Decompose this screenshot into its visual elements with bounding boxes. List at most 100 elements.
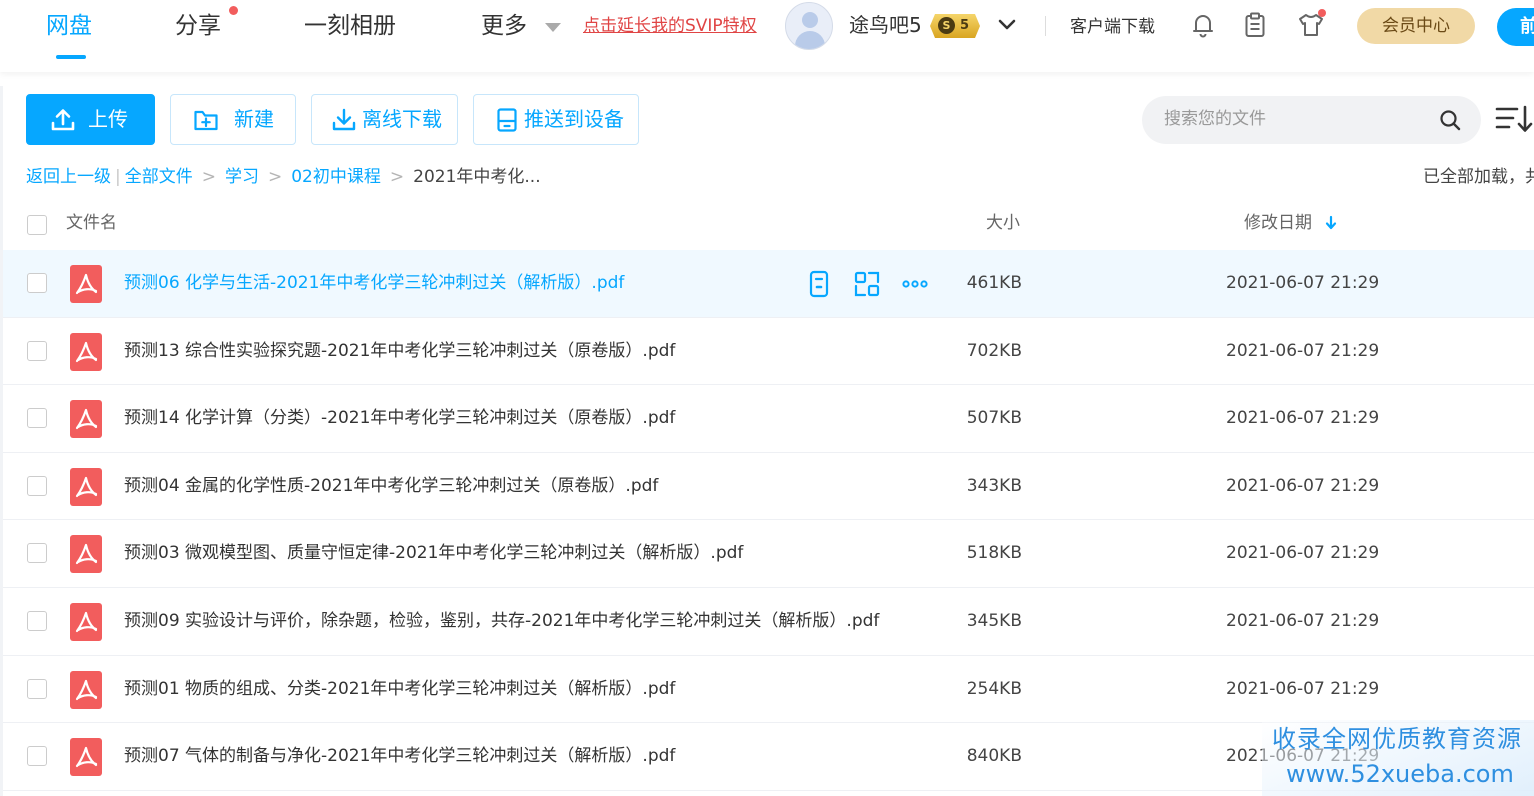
file-name[interactable]: 预测07 气体的制备与净化-2021年中考化学三轮冲刺过关（解析版）.pdf: [124, 743, 675, 769]
nav-tab-share[interactable]: 分享: [175, 10, 221, 42]
pdf-icon: [70, 332, 102, 371]
top-navigation: 网盘 分享 一刻相册 更多 点击延长我的SVIP特权 途鸟吧5 S 5 客户端下…: [0, 0, 1534, 72]
table-row[interactable]: 预测14 化学计算（分类）-2021年中考化学三轮冲刺过关（原卷版）.pdf 5…: [3, 385, 1534, 453]
open-app-button[interactable]: 前: [1497, 8, 1534, 46]
search-box[interactable]: 搜索您的文件: [1142, 96, 1481, 144]
download-icon: [332, 108, 356, 131]
svip-renew-link[interactable]: 点击延长我的SVIP特权: [583, 14, 757, 38]
pdf-icon: [70, 670, 102, 709]
upload-button[interactable]: 上传: [26, 94, 155, 145]
file-date: 2021-06-07 21:29: [1226, 408, 1380, 429]
table-row[interactable]: 预测06 化学与生活-2021年中考化学三轮冲刺过关（解析版）.pdf 461K…: [3, 250, 1534, 318]
more-dots-icon[interactable]: [901, 270, 929, 298]
search-icon[interactable]: [1438, 108, 1462, 132]
breadcrumb-separator: >: [389, 167, 405, 187]
row-checkbox[interactable]: [27, 746, 47, 767]
breadcrumb-current: 2021年中考化...: [413, 167, 541, 187]
netdisk-window: 网盘 分享 一刻相册 更多 点击延长我的SVIP特权 途鸟吧5 S 5 客户端下…: [0, 0, 1534, 796]
sort-icon[interactable]: [1495, 103, 1534, 135]
divider: [1045, 16, 1046, 36]
file-date: 2021-06-07 21:29: [1226, 610, 1380, 631]
file-name[interactable]: 预测04 金属的化学性质-2021年中考化学三轮冲刺过关（原卷版）.pdf: [124, 473, 658, 499]
file-name[interactable]: 预测03 微观模型图、质量守恒定律-2021年中考化学三轮冲刺过关（解析版）.p…: [124, 540, 743, 566]
file-size: 254KB: [966, 678, 1022, 699]
column-header-size[interactable]: 大小: [986, 210, 1020, 236]
file-date: 2021-06-07 21:29: [1226, 273, 1380, 293]
nav-tab-more[interactable]: 更多: [481, 10, 527, 42]
watermark-slogan: 收录全网优质教育资源: [1272, 725, 1522, 753]
load-status: 已全部加载，共: [1423, 167, 1534, 187]
file-size: 507KB: [966, 408, 1022, 429]
sort-desc-arrow-icon: [1325, 215, 1337, 230]
table-row[interactable]: 预测01 物质的组成、分类-2021年中考化学三轮冲刺过关（解析版）.pdf 2…: [3, 656, 1534, 724]
file-date: 2021-06-07 21:29: [1226, 678, 1380, 699]
search-input[interactable]: 搜索您的文件: [1164, 107, 1266, 131]
file-name[interactable]: 预测06 化学与生活-2021年中考化学三轮冲刺过关（解析版）.pdf: [124, 270, 624, 296]
push-to-device-button[interactable]: 推送到设备: [473, 94, 639, 145]
column-header-name[interactable]: 文件名: [66, 210, 117, 236]
active-tab-indicator: [56, 55, 86, 59]
pdf-icon: [70, 265, 102, 303]
avatar[interactable]: [785, 2, 833, 50]
client-download-link[interactable]: 客户端下载: [1070, 15, 1155, 39]
select-all-checkbox[interactable]: [27, 215, 47, 235]
username[interactable]: 途鸟吧5: [849, 12, 922, 38]
file-size: 461KB: [966, 273, 1022, 293]
file-date: 2021-06-07 21:29: [1226, 340, 1380, 361]
file-size: 345KB: [966, 610, 1022, 631]
offline-download-label: 离线下载: [362, 107, 442, 131]
column-header-date[interactable]: 修改日期: [1244, 210, 1312, 236]
pdf-icon: [70, 467, 102, 506]
breadcrumb-study[interactable]: 学习: [225, 164, 259, 190]
push-to-device-label: 推送到设备: [524, 107, 624, 131]
new-folder-label: 新建: [234, 107, 274, 131]
table-row[interactable]: 预测04 金属的化学性质-2021年中考化学三轮冲刺过关（原卷版）.pdf 34…: [3, 453, 1534, 521]
row-checkbox[interactable]: [27, 475, 47, 496]
table-row[interactable]: 预测13 综合性实验探究题-2021年中考化学三轮冲刺过关（原卷版）.pdf 7…: [3, 318, 1534, 386]
offline-download-button[interactable]: 离线下载: [311, 94, 458, 145]
nav-tab-netdisk[interactable]: 网盘: [46, 10, 92, 42]
file-size: 518KB: [966, 543, 1022, 564]
more-dropdown-icon[interactable]: [545, 23, 561, 32]
file-name[interactable]: 预测14 化学计算（分类）-2021年中考化学三轮冲刺过关（原卷版）.pdf: [124, 405, 675, 431]
push-device-icon: [497, 108, 517, 132]
breadcrumb-separator: >: [201, 167, 216, 187]
phone-icon[interactable]: [805, 270, 833, 298]
breadcrumb: 返回上一级 | 全部文件 > 学习 >02初中课程 >2021年中考化...: [26, 164, 541, 190]
row-checkbox[interactable]: [27, 408, 47, 429]
bell-icon[interactable]: [1188, 10, 1218, 40]
file-name[interactable]: 预测13 综合性实验探究题-2021年中考化学三轮冲刺过关（原卷版）.pdf: [124, 338, 675, 364]
theme-notification-dot: [1318, 9, 1326, 17]
file-size: 702KB: [966, 340, 1022, 361]
nav-tab-album[interactable]: 一刻相册: [304, 10, 396, 42]
vip-center-button[interactable]: 会员中心: [1357, 8, 1475, 44]
upload-label: 上传: [88, 107, 128, 131]
table-row[interactable]: 预测09 实验设计与评价，除杂题，检验，鉴别，共存-2021年中考化学三轮冲刺过…: [3, 588, 1534, 656]
table-header: 文件名 大小 修改日期: [3, 202, 1534, 248]
row-checkbox[interactable]: [27, 340, 47, 361]
file-date: 2021-06-07 21:29: [1226, 475, 1380, 496]
file-date: 2021-06-07 21:29: [1226, 543, 1380, 564]
file-size: 840KB: [966, 746, 1022, 767]
clipboard-icon[interactable]: [1240, 10, 1270, 40]
row-checkbox[interactable]: [27, 678, 47, 699]
watermark: 收录全网优质教育资源 www.52xueba.com: [1262, 720, 1534, 796]
breadcrumb-all-files[interactable]: 全部文件: [125, 164, 193, 190]
breadcrumb-separator: >: [267, 167, 283, 187]
file-name[interactable]: 预测09 实验设计与评价，除杂题，检验，鉴别，共存-2021年中考化学三轮冲刺过…: [124, 608, 879, 634]
breadcrumb-junior-course[interactable]: 02初中课程: [291, 164, 381, 190]
row-checkbox[interactable]: [27, 543, 47, 564]
chevron-down-icon[interactable]: [996, 14, 1018, 36]
pdf-icon: [70, 738, 102, 777]
upload-icon: [51, 109, 75, 131]
share-qr-icon[interactable]: [853, 270, 881, 298]
breadcrumb-back[interactable]: 返回上一级: [26, 164, 111, 190]
row-checkbox[interactable]: [27, 273, 47, 293]
file-name[interactable]: 预测01 物质的组成、分类-2021年中考化学三轮冲刺过关（解析版）.pdf: [124, 676, 675, 702]
watermark-url: www.52xueba.com: [1286, 760, 1514, 788]
table-row[interactable]: 预测03 微观模型图、质量守恒定律-2021年中考化学三轮冲刺过关（解析版）.p…: [3, 520, 1534, 588]
new-folder-button[interactable]: 新建: [170, 94, 296, 145]
breadcrumb-divider: |: [115, 167, 121, 187]
row-checkbox[interactable]: [27, 610, 47, 631]
new-folder-icon: [194, 110, 218, 131]
